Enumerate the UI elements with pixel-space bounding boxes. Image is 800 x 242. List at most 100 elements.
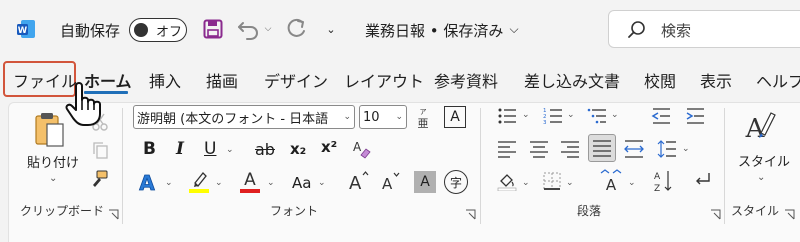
group-separator (724, 108, 725, 224)
bold-button[interactable]: B (143, 139, 156, 159)
svg-text:A: A (606, 176, 617, 193)
format-painter-icon[interactable] (88, 168, 110, 190)
styles-label[interactable]: スタイル (738, 151, 790, 170)
font-group-label: フォント (270, 204, 319, 218)
underline-dropdown-icon[interactable]: ⌄ (226, 145, 234, 155)
align-right-icon[interactable] (559, 138, 581, 160)
change-case-button[interactable]: Aa (292, 174, 311, 192)
character-shading-icon[interactable]: A (414, 171, 436, 193)
paste-dropdown-icon[interactable]: ⌄ (49, 173, 57, 184)
word-app-icon: W (16, 19, 36, 39)
bullets-dropdown-icon[interactable]: ⌄ (522, 110, 530, 120)
svg-text:3: 3 (543, 120, 547, 125)
change-case-dropdown-icon[interactable]: ⌄ (318, 178, 326, 188)
clear-formatting-icon[interactable]: A (350, 138, 372, 160)
undo-icon[interactable] (236, 16, 262, 42)
borders-icon[interactable] (541, 170, 563, 192)
line-spacing-icon[interactable] (656, 138, 678, 160)
styles-icon[interactable]: A (740, 106, 780, 146)
tab-insert[interactable]: 挿入 (149, 68, 181, 92)
redo-icon[interactable] (282, 16, 310, 42)
tab-design[interactable]: デザイン (264, 68, 328, 92)
multilevel-dropdown-icon[interactable]: ⌄ (611, 110, 619, 120)
borders-dropdown-icon[interactable]: ⌄ (566, 178, 574, 188)
font-size-chevron-icon: ⌄ (395, 112, 403, 122)
italic-button[interactable]: I (176, 139, 184, 159)
styles-launcher-icon[interactable] (784, 205, 795, 220)
autosave-label: 自動保存 (60, 22, 121, 40)
toggle-knob (134, 22, 148, 37)
autosave-toggle[interactable]: オフ (129, 18, 187, 42)
svg-text:Z: Z (654, 184, 660, 193)
distributed-icon[interactable] (623, 138, 645, 160)
tab-review[interactable]: 校閲 (644, 68, 676, 92)
copy-icon[interactable] (90, 140, 110, 160)
tab-references[interactable]: 参考資料 (434, 68, 498, 92)
align-center-icon[interactable] (528, 138, 550, 160)
title-bar: W 自動保存 オフ ⌵ ⌄ 業務日報 • 保存済み ⌵ 検索 (0, 0, 800, 58)
doc-title-chevron-icon[interactable]: ⌵ (506, 16, 522, 42)
line-spacing-dropdown-icon[interactable]: ⌄ (682, 144, 690, 154)
enclose-char-icon[interactable]: A (444, 106, 466, 128)
increase-indent-icon[interactable] (684, 106, 706, 126)
svg-text:亜: 亜 (418, 117, 429, 129)
tab-draw[interactable]: 描画 (206, 68, 238, 92)
tab-layout[interactable]: レイアウト (344, 68, 424, 92)
svg-text:A: A (353, 140, 362, 154)
text-effects-icon[interactable]: A (135, 170, 159, 194)
justify-icon[interactable] (588, 134, 616, 162)
autosave-state: オフ (156, 25, 183, 40)
search-placeholder: 検索 (661, 22, 692, 40)
customize-qat-icon[interactable]: ⌄ (322, 16, 340, 42)
underline-button[interactable]: U (204, 139, 216, 159)
font-color-icon[interactable]: A (238, 168, 262, 194)
highlight-dropdown-icon[interactable]: ⌄ (215, 178, 223, 188)
shading-icon[interactable] (496, 170, 518, 192)
font-name-value: 游明朝 (本文のフォント - 日本語 (137, 111, 329, 127)
asian-layout-dropdown-icon[interactable]: ⌄ (628, 178, 636, 188)
tab-help[interactable]: ヘルプ (756, 68, 800, 92)
svg-text:A: A (654, 172, 661, 182)
svg-text:W: W (18, 26, 28, 36)
numbering-dropdown-icon[interactable]: ⌄ (567, 110, 575, 120)
font-name-select[interactable]: 游明朝 (本文のフォント - 日本語 ⌄ (133, 105, 355, 129)
undo-dropdown-icon[interactable]: ⌵ (262, 16, 274, 42)
font-size-select[interactable]: 10 ⌄ (359, 105, 407, 129)
align-left-icon[interactable] (496, 138, 518, 160)
asian-layout-icon[interactable]: A (598, 168, 624, 194)
ribbon-tabs: ファイル ホーム 挿入 描画 デザイン レイアウト 参考資料 差し込み文書 校閲… (0, 58, 800, 100)
font-size-value: 10 (363, 109, 380, 125)
tab-view[interactable]: 表示 (700, 68, 732, 92)
enclosed-char-icon[interactable]: 字 (444, 170, 468, 194)
svg-text:A: A (382, 175, 393, 193)
paste-label[interactable]: 貼り付け (27, 152, 79, 171)
highlight-icon[interactable] (186, 168, 212, 194)
phonetic-guide-icon[interactable]: ア亜 (412, 104, 434, 130)
document-title[interactable]: 業務日報 • 保存済み (365, 20, 503, 41)
svg-text:A: A (244, 170, 256, 190)
grow-font-icon[interactable]: A (345, 168, 371, 194)
paragraph-launcher-icon[interactable] (710, 205, 721, 220)
phonetic-glyph: 字 (449, 175, 462, 190)
numbering-icon[interactable]: 123 (542, 106, 564, 126)
clipboard-launcher-icon[interactable] (108, 205, 119, 220)
font-color-dropdown-icon[interactable]: ⌄ (267, 178, 275, 188)
subscript-button[interactable]: x₂ (290, 140, 306, 158)
clipboard-group-label: クリップボード (20, 204, 105, 218)
save-icon[interactable] (202, 16, 224, 42)
styles-dropdown-icon[interactable]: ⌄ (757, 172, 765, 183)
superscript-button[interactable]: x² (321, 138, 337, 156)
bullets-icon[interactable] (496, 106, 518, 126)
search-box[interactable]: 検索 (608, 10, 800, 48)
sort-icon[interactable]: AZ (652, 168, 674, 194)
shrink-font-icon[interactable]: A (379, 168, 403, 194)
strikethrough-button[interactable]: ab (255, 140, 275, 159)
shading-dropdown-icon[interactable]: ⌄ (522, 178, 530, 188)
text-effects-dropdown-icon[interactable]: ⌄ (165, 178, 173, 188)
font-launcher-icon[interactable] (465, 205, 476, 220)
paragraph-group-label: 段落 (577, 204, 602, 218)
decrease-indent-icon[interactable] (650, 106, 672, 126)
show-marks-icon[interactable] (688, 168, 712, 192)
tab-mailings[interactable]: 差し込み文書 (524, 68, 620, 92)
multilevel-list-icon[interactable] (586, 106, 608, 126)
